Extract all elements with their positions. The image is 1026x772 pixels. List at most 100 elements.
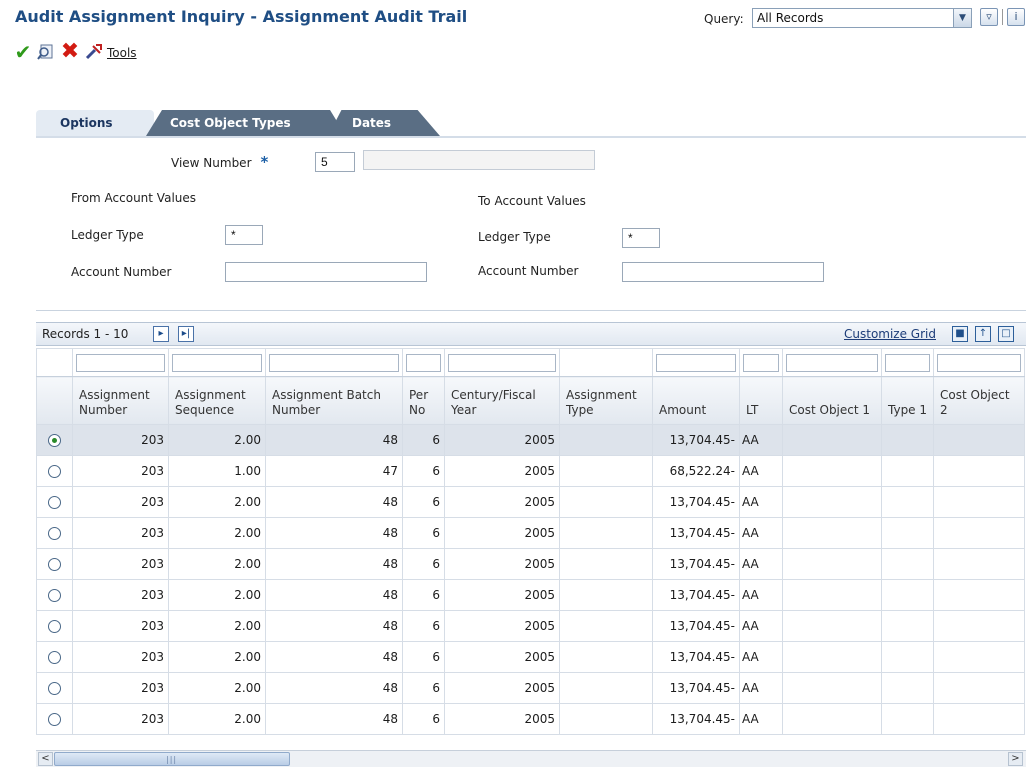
table-cell <box>881 486 934 518</box>
column-header[interactable]: Cost Object 2 <box>933 376 1025 425</box>
table-row[interactable]: 203 2.00 48 6 2005 13,704.45- AA <box>36 517 1025 549</box>
export-icon[interactable]: ↑ <box>975 326 991 342</box>
table-cell: 13,704.45- <box>652 703 740 735</box>
filter-cell[interactable] <box>444 348 560 377</box>
table-cell <box>933 424 1025 456</box>
table-cell <box>933 610 1025 642</box>
column-header[interactable]: Assignment Number <box>72 376 169 425</box>
table-row[interactable]: 203 2.00 48 6 2005 13,704.45- AA <box>36 548 1025 580</box>
table-row[interactable]: 203 2.00 48 6 2005 13,704.45- AA <box>36 641 1025 673</box>
from-account-number-input[interactable] <box>225 262 427 282</box>
table-cell <box>782 548 882 580</box>
filter-cell[interactable] <box>933 348 1025 377</box>
table-cell <box>933 579 1025 611</box>
row-select-radio[interactable] <box>48 713 61 726</box>
table-row[interactable]: 203 2.00 48 6 2005 13,704.45- AA <box>36 486 1025 518</box>
filter-cell[interactable] <box>168 348 266 377</box>
table-cell: 48 <box>265 610 403 642</box>
cancel-x-icon[interactable]: ✖ <box>60 41 80 63</box>
table-cell <box>881 548 934 580</box>
from-ledger-type-input[interactable] <box>225 225 263 245</box>
table-cell <box>881 641 934 673</box>
info-icon[interactable]: i <box>1007 8 1025 26</box>
table-cell <box>782 672 882 704</box>
table-row[interactable]: 203 2.00 48 6 2005 13,704.45- AA <box>36 672 1025 704</box>
filter-cell[interactable] <box>652 348 740 377</box>
to-ledger-type-input[interactable] <box>622 228 660 248</box>
filter-cell[interactable] <box>881 348 934 377</box>
table-row[interactable]: 203 2.00 48 6 2005 13,704.45- AA <box>36 610 1025 642</box>
table-cell: 13,704.45- <box>652 424 740 456</box>
table-cell: 48 <box>265 517 403 549</box>
table-cell <box>559 486 653 518</box>
row-select-radio[interactable] <box>48 589 61 602</box>
query-select-value: All Records <box>757 11 824 25</box>
table-cell <box>933 672 1025 704</box>
save-grid-icon[interactable]: ■ <box>952 326 968 342</box>
column-header[interactable]: Amount <box>652 376 740 425</box>
row-select-radio[interactable] <box>48 558 61 571</box>
column-header[interactable]: Assignment Batch Number <box>265 376 403 425</box>
tools-icon[interactable] <box>84 42 104 62</box>
filter-icon[interactable]: ▿ <box>980 8 998 26</box>
table-cell: 2.00 <box>168 517 266 549</box>
column-header[interactable]: LT <box>739 376 783 425</box>
table-cell <box>881 455 934 487</box>
table-cell: 2005 <box>444 579 560 611</box>
row-select-radio[interactable] <box>48 651 61 664</box>
row-select-radio[interactable] <box>48 620 61 633</box>
table-row[interactable]: 203 2.00 48 6 2005 13,704.45- AA <box>36 424 1025 456</box>
filter-cell[interactable] <box>265 348 403 377</box>
column-header[interactable]: Assignment Sequence <box>168 376 266 425</box>
column-header[interactable]: Century/Fiscal Year <box>444 376 560 425</box>
table-cell <box>559 641 653 673</box>
next-page-icon[interactable]: ▸ <box>153 326 169 342</box>
table-row[interactable]: 203 2.00 48 6 2005 13,704.45- AA <box>36 703 1025 735</box>
last-page-icon[interactable]: ▸| <box>178 326 194 342</box>
find-icon[interactable] <box>36 42 56 62</box>
row-select-radio[interactable] <box>48 496 61 509</box>
tools-menu-button[interactable]: Tools <box>107 46 137 60</box>
scroll-right-icon[interactable]: > <box>1008 752 1023 766</box>
table-cell <box>782 579 882 611</box>
table-row[interactable]: 203 1.00 47 6 2005 68,522.24- AA <box>36 455 1025 487</box>
filter-cell[interactable] <box>402 348 445 377</box>
table-cell: 6 <box>402 641 445 673</box>
table-cell <box>933 517 1025 549</box>
column-header[interactable]: Assignment Type <box>559 376 653 425</box>
row-select-radio[interactable] <box>48 465 61 478</box>
table-cell <box>782 455 882 487</box>
customize-grid-link[interactable]: Customize Grid <box>844 327 936 341</box>
row-select-radio[interactable] <box>48 527 61 540</box>
table-cell: 48 <box>265 641 403 673</box>
tab-options[interactable]: Options <box>36 110 154 136</box>
tab-cost-object-types[interactable]: Cost Object Types <box>146 110 346 136</box>
table-cell <box>559 455 653 487</box>
table-cell <box>559 703 653 735</box>
table-cell: 13,704.45- <box>652 486 740 518</box>
scroll-left-icon[interactable]: < <box>38 752 53 766</box>
query-select[interactable]: All Records ▼ <box>752 8 972 28</box>
maximize-grid-icon[interactable]: □ <box>998 326 1014 342</box>
tab-dates[interactable]: Dates <box>328 110 440 136</box>
row-select-radio[interactable] <box>48 682 61 695</box>
table-cell: 13,704.45- <box>652 548 740 580</box>
table-cell <box>881 424 934 456</box>
to-account-number-input[interactable] <box>622 262 824 282</box>
view-number-description <box>363 150 595 170</box>
filter-cell[interactable] <box>782 348 882 377</box>
row-select-radio[interactable] <box>48 434 61 447</box>
chevron-down-icon[interactable]: ▼ <box>953 9 971 27</box>
view-number-input[interactable] <box>315 152 355 172</box>
table-cell: 203 <box>72 455 169 487</box>
table-cell <box>559 548 653 580</box>
table-cell: 2.00 <box>168 641 266 673</box>
checkmark-icon[interactable]: ✔ <box>13 42 33 62</box>
filter-cell[interactable] <box>739 348 783 377</box>
column-header[interactable]: Per No <box>402 376 445 425</box>
column-header[interactable]: Cost Object 1 <box>782 376 882 425</box>
table-row[interactable]: 203 2.00 48 6 2005 13,704.45- AA <box>36 579 1025 611</box>
column-header[interactable]: Type 1 <box>881 376 934 425</box>
filter-cell[interactable] <box>72 348 169 377</box>
table-cell: 48 <box>265 579 403 611</box>
